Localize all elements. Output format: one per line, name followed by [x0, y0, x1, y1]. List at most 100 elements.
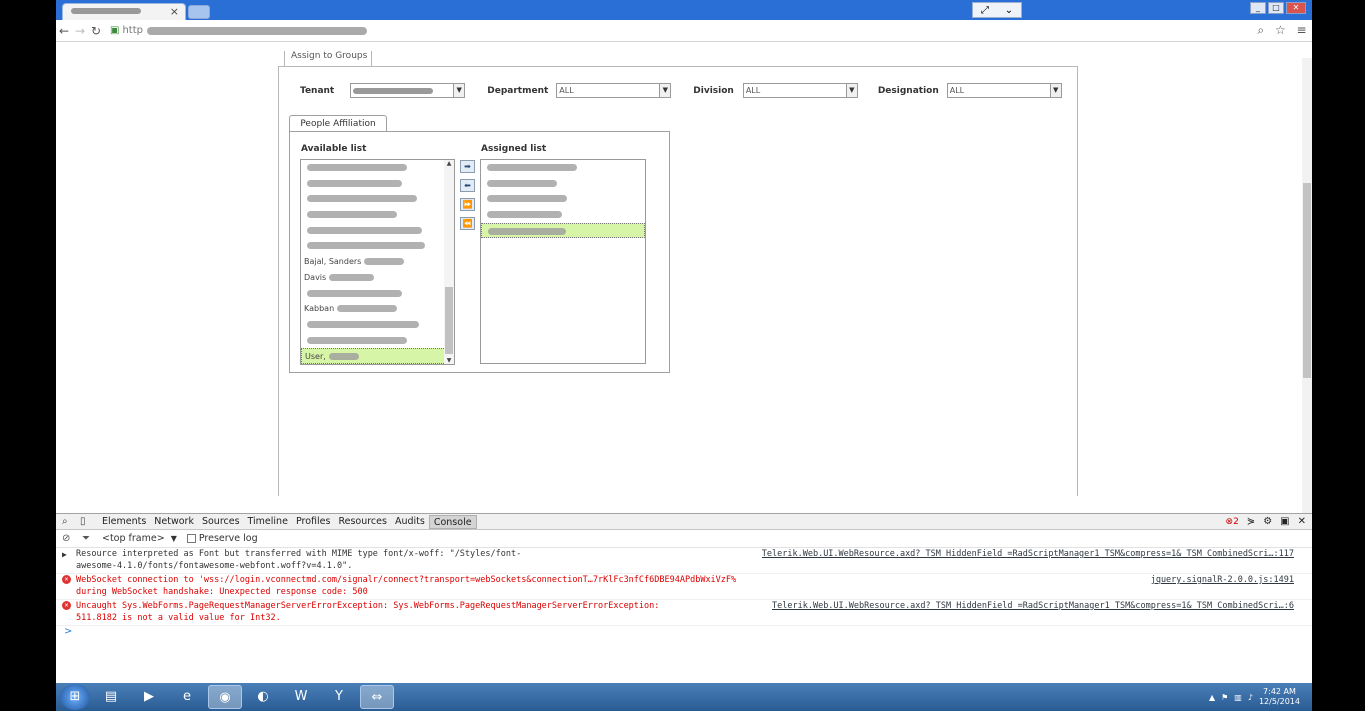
forward-arrow-icon[interactable]: → [72, 24, 88, 38]
console-prompt[interactable]: > [56, 626, 1312, 637]
list-item[interactable] [301, 317, 454, 333]
frame-dropdown-arrow-icon[interactable]: ▼ [171, 534, 177, 543]
start-button[interactable]: ⊞ [60, 684, 90, 710]
maximize-button[interactable]: □ [1268, 2, 1284, 14]
page-scroll-thumb[interactable] [1303, 183, 1311, 378]
minimize-button[interactable]: _ [1250, 2, 1266, 14]
move-all-left-button[interactable]: ⏪ [460, 217, 475, 230]
list-item[interactable] [481, 176, 645, 192]
star-icon[interactable]: ☆ [1275, 23, 1286, 38]
fullscreen-icon[interactable]: ⤢ [981, 5, 989, 16]
inspect-icon[interactable]: ⌕ [62, 516, 80, 527]
tenant-select[interactable]: ▼ [350, 83, 466, 98]
list-item[interactable] [301, 191, 454, 207]
assigned-listbox[interactable] [480, 159, 646, 364]
error-icon[interactable]: ✕ [62, 601, 71, 610]
list-item[interactable] [481, 207, 645, 223]
section-tab[interactable]: Assign to Groups [284, 51, 372, 67]
scroll-up-icon[interactable]: ▲ [444, 160, 454, 167]
tab-resources[interactable]: Resources [334, 515, 391, 529]
tab-sources[interactable]: Sources [198, 515, 244, 529]
chrome-icon[interactable]: ◉ [208, 685, 242, 709]
device-mode-icon[interactable]: ▯ [80, 516, 98, 527]
designation-select[interactable]: ALL ▼ [946, 83, 1062, 98]
explorer-icon[interactable]: ▤ [94, 685, 128, 709]
volume-icon[interactable]: ♪ [1248, 693, 1253, 702]
browser-tab[interactable]: × [62, 3, 186, 20]
list-item[interactable] [301, 238, 454, 254]
ie-icon[interactable]: e [170, 685, 204, 709]
tab-elements[interactable]: Elements [98, 515, 150, 529]
close-devtools-icon[interactable]: ✕ [1298, 516, 1306, 527]
list-item[interactable]: Davis [301, 270, 454, 286]
zoom-icon[interactable]: ⌕ [1257, 23, 1264, 38]
list-item[interactable] [481, 160, 645, 176]
tab-timeline[interactable]: Timeline [244, 515, 292, 529]
teamviewer-icon[interactable]: ⇔ [360, 685, 394, 709]
preserve-log-checkbox[interactable] [186, 534, 196, 543]
filter-icon[interactable]: ⏷ [82, 533, 102, 544]
extension-controls[interactable]: ⤢ ⌄ [972, 2, 1022, 18]
new-tab-button[interactable] [188, 5, 210, 19]
console-source-link[interactable]: Telerik.Web.UI.WebResource.axd?_TSM_Hidd… [772, 601, 1294, 613]
console-source-link[interactable]: Telerik.Web.UI.WebResource.axd?_TSM_Hidd… [762, 549, 1294, 561]
division-select[interactable]: ALL ▼ [742, 83, 858, 98]
move-all-right-button[interactable]: ⏩ [460, 198, 475, 211]
available-scrollbar[interactable]: ▲ ▼ [444, 160, 454, 364]
list-item[interactable]: User, [301, 348, 454, 364]
list-item[interactable] [481, 191, 645, 207]
back-arrow-icon[interactable]: ← [56, 24, 72, 38]
error-icon[interactable]: ✕ [62, 575, 71, 584]
network-icon[interactable]: ▥ [1234, 693, 1242, 702]
windows-taskbar: ⊞ ▤ ▶ e ◉ ◐ W Y ⇔ ▲ ⚑ ▥ ♪ 7:42 AM 12/5/2… [56, 683, 1312, 711]
tab-close-icon[interactable]: × [170, 5, 179, 18]
chevron-down-icon[interactable]: ⌄ [1005, 5, 1013, 16]
clock-date: 12/5/2014 [1258, 697, 1300, 706]
list-item[interactable] [301, 176, 454, 192]
clear-console-icon[interactable]: ⊘ [62, 533, 82, 544]
address-bar[interactable]: ▣ http [110, 23, 1252, 39]
menu-icon[interactable]: ≡ [1297, 23, 1307, 38]
move-right-button[interactable]: ➡ [460, 160, 475, 173]
tab-network[interactable]: Network [150, 515, 198, 529]
available-list-title: Available list [301, 144, 367, 154]
scroll-thumb[interactable] [445, 287, 453, 354]
list-item[interactable] [301, 286, 454, 302]
list-item[interactable] [301, 207, 454, 223]
media-player-icon[interactable]: ▶ [132, 685, 166, 709]
list-item[interactable] [301, 333, 454, 349]
list-item[interactable] [301, 160, 454, 176]
list-item[interactable]: Bajal, Sanders [301, 254, 454, 270]
redacted-text [307, 211, 397, 219]
list-item[interactable] [481, 222, 645, 239]
console-source-link[interactable]: jquery.signalR-2.0.0.js:1491 [1151, 575, 1294, 587]
close-window-button[interactable]: ✕ [1286, 2, 1306, 14]
list-item[interactable]: Kabban [301, 301, 454, 317]
tab-console[interactable]: Console [428, 514, 477, 529]
yahoo-icon[interactable]: Y [322, 685, 356, 709]
settings-gear-icon[interactable]: ⚙ [1263, 516, 1272, 527]
tray-up-arrow-icon[interactable]: ▲ [1209, 693, 1215, 702]
department-select[interactable]: ALL ▼ [556, 83, 672, 98]
tab-strip: × ⤢ ⌄ _ □ ✕ [56, 0, 1312, 20]
tab-audits[interactable]: Audits [391, 515, 429, 529]
available-listbox[interactable]: Bajal, Sanders Davis Kabban User, ▲ ▼ [300, 159, 455, 365]
firefox-icon[interactable]: ◐ [246, 685, 280, 709]
move-left-button[interactable]: ⬅ [460, 179, 475, 192]
flag-icon[interactable]: ⚑ [1221, 693, 1228, 702]
console-drawer-icon[interactable]: ⋟ [1247, 516, 1255, 527]
expand-arrow-icon[interactable]: ▶ [62, 549, 67, 561]
frame-selector[interactable]: <top frame> [102, 533, 165, 544]
console-message: ▶ Resource interpreted as Font but transf… [56, 548, 1312, 574]
error-count-badge[interactable]: ⊗2 [1226, 517, 1239, 527]
tab-profiles[interactable]: Profiles [292, 515, 335, 529]
word-icon[interactable]: W [284, 685, 318, 709]
clock[interactable]: 7:42 AM 12/5/2014 [1259, 687, 1300, 707]
reload-icon[interactable]: ↻ [88, 24, 104, 38]
devtools-tabs: ⌕ ▯ Elements Network Sources Timeline Pr… [56, 514, 1312, 530]
page-scrollbar[interactable] [1302, 58, 1312, 513]
dock-icon[interactable]: ▣ [1280, 516, 1289, 527]
people-affiliation-tab[interactable]: People Affiliation [289, 115, 387, 132]
scroll-down-icon[interactable]: ▼ [444, 357, 454, 364]
list-item[interactable] [301, 223, 454, 239]
